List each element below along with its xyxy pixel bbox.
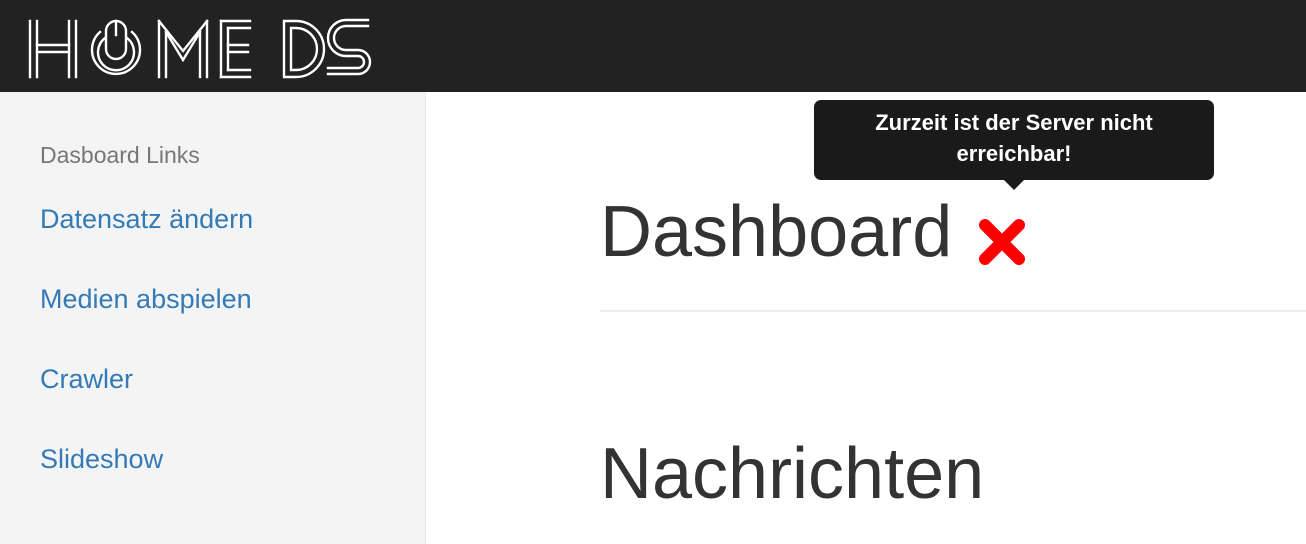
- sidebar-item-medien-abspielen[interactable]: Medien abspielen: [40, 286, 252, 313]
- logo-letter-m: [157, 19, 209, 79]
- sidebar-item-crawler[interactable]: Crawler: [40, 366, 133, 393]
- home-ds-logo[interactable]: [28, 18, 373, 80]
- sidebar-item-datensatz-aendern[interactable]: Datensatz ändern: [40, 206, 253, 233]
- logo-letter-h: [28, 19, 78, 79]
- section-title-nachrichten: Nachrichten: [600, 434, 985, 514]
- sidebar-heading: Dasboard Links: [40, 142, 200, 168]
- computer-mouse-icon: [90, 19, 142, 76]
- tooltip-arrow: [1004, 180, 1024, 190]
- tooltip-text: Zurzeit ist der Server nicht erreichbar!: [875, 110, 1153, 166]
- top-navbar: [0, 0, 1306, 92]
- logo-letter-d: [282, 19, 326, 79]
- logo-letter-e: [219, 19, 252, 79]
- server-status-tooltip: Zurzeit ist der Server nicht erreichbar!: [814, 100, 1214, 190]
- title-divider: [600, 310, 1306, 312]
- sidebar-item-slideshow[interactable]: Slideshow: [40, 446, 163, 473]
- red-x-icon[interactable]: [976, 208, 1028, 265]
- page-title-row: Dashboard: [600, 196, 1028, 268]
- sidebar: Dasboard Links Datensatz ändern Medien a…: [0, 92, 426, 544]
- page-title: Dashboard: [600, 192, 953, 272]
- logo-letter-s: [326, 18, 372, 76]
